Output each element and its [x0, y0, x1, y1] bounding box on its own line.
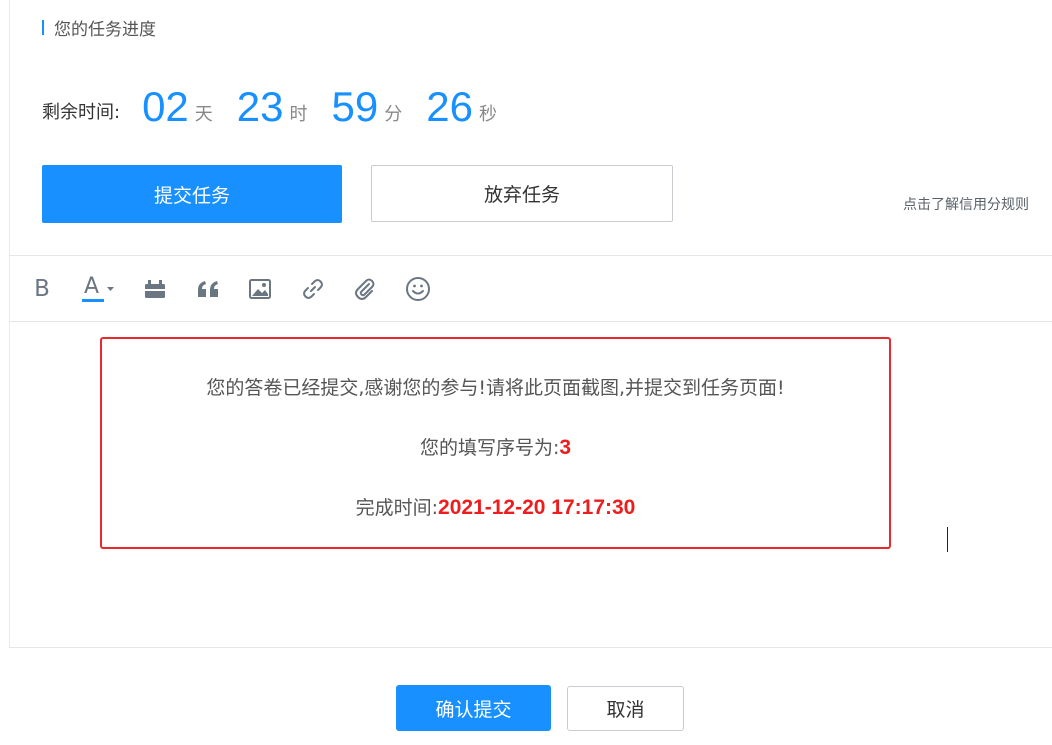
countdown-minutes: 59 — [331, 83, 379, 130]
divider-bottom — [9, 647, 1052, 648]
countdown-minutes-unit: 分 — [384, 104, 403, 125]
code-block-icon[interactable] — [139, 273, 171, 305]
submission-notice: 您的答卷已经提交,感谢您的参与!请将此页面截图,并提交到任务页面! 您的填写序号… — [100, 337, 891, 549]
emoji-icon[interactable] — [402, 273, 434, 305]
abandon-task-button[interactable]: 放弃任务 — [371, 165, 673, 222]
serial-row: 您的填写序号为:3 — [102, 433, 889, 460]
countdown-seconds: 26 — [426, 83, 473, 130]
countdown-hours-unit: 时 — [289, 104, 308, 125]
quote-icon[interactable] — [192, 273, 224, 305]
left-border — [9, 0, 10, 648]
countdown-label: 剩余时间: — [42, 102, 121, 123]
countdown: 剩余时间: 02 天 23 时 59 分 26 秒 — [42, 76, 497, 132]
bold-icon[interactable]: B — [26, 273, 58, 305]
credit-rules-link[interactable]: 点击了解信用分规则 — [903, 194, 1029, 214]
divider-toolbar — [9, 321, 1052, 322]
divider-top — [9, 255, 1052, 256]
time-value: 2021-12-20 17:17:30 — [438, 496, 636, 519]
countdown-seconds-unit: 秒 — [478, 104, 497, 125]
editor-toolbar: B A — [26, 270, 454, 308]
attachment-icon[interactable] — [349, 273, 381, 305]
countdown-hours: 23 — [236, 83, 284, 130]
serial-value: 3 — [559, 436, 572, 459]
title-accent-bar — [42, 19, 44, 35]
time-label: 完成时间: — [355, 497, 439, 519]
countdown-days-unit: 天 — [194, 104, 213, 125]
section-title-text: 您的任务进度 — [54, 19, 156, 40]
time-row: 完成时间:2021-12-20 17:17:30 — [102, 493, 889, 520]
countdown-days: 02 — [142, 83, 189, 130]
image-icon[interactable] — [244, 273, 276, 305]
confirm-submit-button[interactable]: 确认提交 — [396, 685, 551, 731]
font-color-icon[interactable]: A — [79, 273, 119, 305]
serial-label: 您的填写序号为: — [419, 437, 560, 459]
section-title: 您的任务进度 — [42, 16, 156, 40]
cancel-button[interactable]: 取消 — [567, 686, 684, 731]
submit-task-button[interactable]: 提交任务 — [42, 165, 342, 223]
text-cursor — [947, 527, 948, 552]
notice-message: 您的答卷已经提交,感谢您的参与!请将此页面截图,并提交到任务页面! — [206, 377, 785, 399]
task-page: 您的任务进度 剩余时间: 02 天 23 时 59 分 26 秒 提交任务 放弃… — [0, 0, 1052, 745]
link-icon[interactable] — [297, 273, 329, 305]
